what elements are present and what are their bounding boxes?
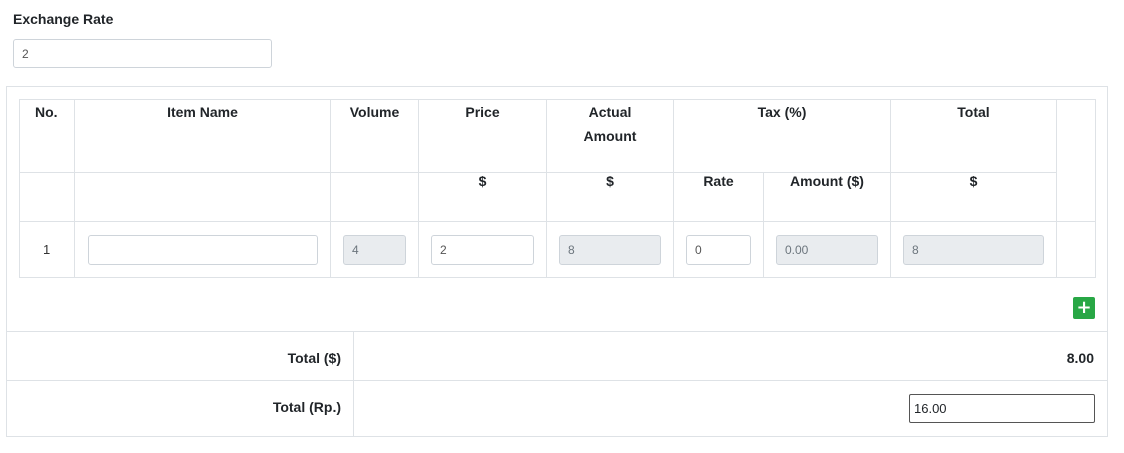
tax-rate-cell: [673, 221, 764, 278]
total-usd-row: Total ($) 8.00: [7, 331, 1107, 381]
header-price: Price: [418, 99, 547, 173]
actual-amount-cell: [546, 221, 674, 278]
table-row: 1: [19, 221, 1096, 278]
plus-icon: +: [1076, 297, 1092, 318]
header-actual-amount: Actual Amount: [546, 99, 674, 173]
item-name-cell: [74, 221, 331, 278]
header-volume: Volume: [330, 99, 419, 173]
price-cell: [418, 221, 547, 278]
subheader-price-currency: $: [418, 172, 547, 222]
row-total-field: [903, 234, 1044, 265]
header-tax: Tax (%): [673, 99, 891, 173]
exchange-rate-input[interactable]: [13, 39, 272, 68]
total-rp-input[interactable]: [909, 394, 1095, 423]
row-actions-cell: [1056, 221, 1096, 278]
total-usd-value: 8.00: [1066, 350, 1094, 366]
total-cell: [890, 221, 1057, 278]
subheader-actual-currency: $: [546, 172, 674, 222]
actual-amount-field: [559, 234, 661, 265]
subheader-item-name: [74, 172, 331, 222]
subheader-tax-rate: Rate: [673, 172, 764, 222]
total-usd-label: Total ($): [7, 332, 354, 381]
add-row-button[interactable]: +: [1073, 297, 1095, 319]
total-rp-label: Total (Rp.): [7, 381, 354, 437]
header-actions: [1056, 99, 1096, 222]
subheader-total-currency: $: [890, 172, 1057, 222]
header-item-name: Item Name: [74, 99, 331, 173]
header-total: Total: [890, 99, 1057, 173]
price-input[interactable]: [431, 234, 534, 265]
volume-field: [343, 234, 406, 265]
item-name-input[interactable]: [87, 234, 318, 265]
tax-rate-input[interactable]: [686, 234, 751, 265]
tax-amount-cell: [763, 221, 891, 278]
header-no: No.: [19, 99, 75, 173]
subheader-volume: [330, 172, 419, 222]
total-rp-row: Total (Rp.): [7, 380, 1107, 437]
exchange-rate-label: Exchange Rate: [13, 11, 114, 27]
row-number: 1: [19, 221, 75, 278]
volume-cell: [330, 221, 419, 278]
subheader-no: [19, 172, 75, 222]
subheader-tax-amount: Amount ($): [763, 172, 891, 222]
tax-amount-field: [776, 234, 878, 265]
items-table: No. Item Name Volume Price Actual Amount…: [19, 99, 1096, 278]
